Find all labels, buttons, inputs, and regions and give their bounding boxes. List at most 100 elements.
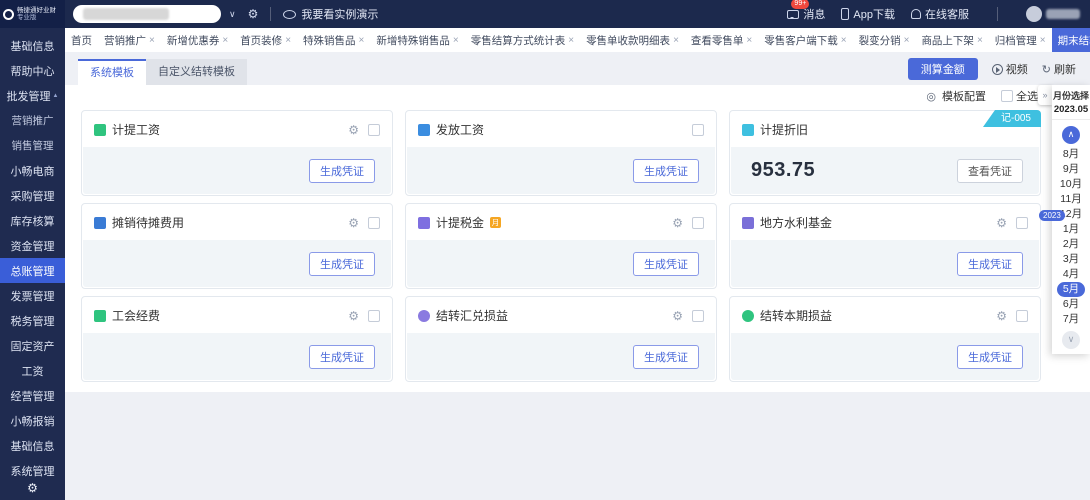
card-settings-gear-icon[interactable] <box>996 216 1007 230</box>
tab-new-special-goods[interactable]: 新增特殊销售品 <box>370 28 464 52</box>
sidebar-item-fixed-assets[interactable]: 固定资产 <box>0 333 65 358</box>
tab-retail-receipt-detail[interactable]: 零售单收款明细表 <box>580 28 685 52</box>
card-checkbox[interactable] <box>692 217 704 229</box>
sidebar-item-funds[interactable]: 资金管理 <box>0 233 65 258</box>
close-tab-icon[interactable] <box>568 35 574 46</box>
close-tab-icon[interactable] <box>359 35 365 46</box>
view-voucher-button[interactable]: 查看凭证 <box>957 159 1023 183</box>
month-item[interactable]: 9月 <box>1052 162 1090 177</box>
select-all-checkbox[interactable] <box>1001 90 1013 102</box>
card-settings-gear-icon[interactable] <box>348 123 359 137</box>
sidebar-item-tax[interactable]: 税务管理 <box>0 308 65 333</box>
org-selector[interactable] <box>73 5 221 23</box>
tab-marketing[interactable]: 营销推广 <box>98 28 161 52</box>
sidebar-item-general-ledger[interactable]: 总账管理 <box>0 258 65 283</box>
card-settings-gear-icon[interactable] <box>348 309 359 323</box>
generate-voucher-button[interactable]: 生成凭证 <box>309 159 375 183</box>
sidebar-item-inventory[interactable]: 库存核算 <box>0 208 65 233</box>
sidebar-item-label: 营销推广 <box>12 113 54 128</box>
tab-view-retail-order[interactable]: 查看零售单 <box>685 28 758 52</box>
sidebar-item-basic-info[interactable]: 基础信息 <box>0 33 65 58</box>
close-tab-icon[interactable] <box>977 35 983 46</box>
card-settings-gear-icon[interactable] <box>672 309 683 323</box>
user-menu[interactable] <box>1026 6 1080 22</box>
sidebar-item-payroll[interactable]: 工资 <box>0 358 65 383</box>
close-tab-icon[interactable] <box>1040 35 1046 46</box>
close-tab-icon[interactable] <box>222 35 228 46</box>
sidebar-item-operations[interactable]: 经营管理 <box>0 383 65 408</box>
month-item[interactable]: 2月 <box>1052 237 1090 252</box>
close-tab-icon[interactable] <box>673 35 679 46</box>
tab-new-coupon[interactable]: 新增优惠券 <box>161 28 234 52</box>
card-checkbox[interactable] <box>692 310 704 322</box>
card-settings-gear-icon[interactable] <box>996 309 1007 323</box>
sidebar-item-sales[interactable]: 销售管理 <box>0 133 65 158</box>
tab-home[interactable]: 首页 <box>65 28 98 52</box>
card-checkbox[interactable] <box>368 310 380 322</box>
select-all-control[interactable]: 全选 <box>1001 88 1038 104</box>
generate-voucher-button[interactable]: 生成凭证 <box>633 252 699 276</box>
tab-home-decor[interactable]: 首页装修 <box>234 28 297 52</box>
sidebar-item-basic-info-2[interactable]: 基础信息 <box>0 433 65 458</box>
generate-voucher-button[interactable]: 生成凭证 <box>957 252 1023 276</box>
subtab-system-template[interactable]: 系统模板 <box>78 59 146 85</box>
close-tab-icon[interactable] <box>149 35 155 46</box>
tab-retail-settlement-stats[interactable]: 零售结算方式统计表 <box>465 28 580 52</box>
sidebar-item-purchase[interactable]: 采购管理 <box>0 183 65 208</box>
card-settings-gear-icon[interactable] <box>348 216 359 230</box>
card-checkbox[interactable] <box>692 124 704 136</box>
card-checkbox[interactable] <box>1016 217 1028 229</box>
tab-archive-management[interactable]: 归档管理 <box>989 28 1052 52</box>
messages-button[interactable]: 99+ 消息 <box>787 6 825 22</box>
sidebar-item-marketing[interactable]: 营销推广 <box>0 108 65 133</box>
generate-voucher-button[interactable]: 生成凭证 <box>633 159 699 183</box>
panel-collapse-handle[interactable] <box>1038 85 1052 105</box>
sidebar-item-ecommerce[interactable]: 小畅电商 <box>0 158 65 183</box>
close-tab-icon[interactable] <box>904 35 910 46</box>
template-config-button[interactable]: 模板配置 <box>926 88 986 104</box>
tab-special-goods[interactable]: 特殊销售品 <box>297 28 370 52</box>
sidebar-item-expense[interactable]: 小畅报销 <box>0 408 65 433</box>
generate-voucher-button[interactable]: 生成凭证 <box>309 345 375 369</box>
refresh-button[interactable]: 刷新 <box>1042 61 1076 77</box>
month-item[interactable]: 11月 <box>1052 192 1090 207</box>
tab-period-end-carryover[interactable]: 期末结转 <box>1052 28 1090 52</box>
card-checkbox[interactable] <box>368 217 380 229</box>
online-support-button[interactable]: 在线客服 <box>911 6 969 22</box>
card-checkbox[interactable] <box>1016 310 1028 322</box>
generate-voucher-button[interactable]: 生成凭证 <box>633 345 699 369</box>
close-tab-icon[interactable] <box>285 35 291 46</box>
generate-voucher-button[interactable]: 生成凭证 <box>957 345 1023 369</box>
card-checkbox[interactable] <box>368 124 380 136</box>
app-download-button[interactable]: App下载 <box>841 6 895 22</box>
month-item[interactable]: 4月 <box>1052 267 1090 282</box>
month-item[interactable]: 8月 <box>1052 147 1090 162</box>
close-tab-icon[interactable] <box>746 35 752 46</box>
scroll-down-icon[interactable] <box>1062 331 1080 349</box>
sidebar-settings-gear-icon[interactable] <box>0 481 65 495</box>
month-item[interactable]: 1月 <box>1052 222 1090 237</box>
sidebar-item-wholesale[interactable]: 批发管理 <box>0 83 65 108</box>
month-item[interactable]: 10月 <box>1052 177 1090 192</box>
tab-fission-distribution[interactable]: 裂变分销 <box>853 28 916 52</box>
sidebar-item-invoice[interactable]: 发票管理 <box>0 283 65 308</box>
month-item-selected[interactable]: 5月 <box>1057 282 1085 297</box>
calculate-amount-button[interactable]: 测算金额 <box>908 58 978 80</box>
card-settings-gear-icon[interactable] <box>672 216 683 230</box>
gear-icon[interactable] <box>248 7 259 21</box>
month-item[interactable]: 7月 <box>1052 312 1090 327</box>
generate-voucher-button[interactable]: 生成凭证 <box>309 252 375 276</box>
tab-goods-on-off-shelf[interactable]: 商品上下架 <box>915 28 988 52</box>
close-tab-icon[interactable] <box>453 35 459 46</box>
month-item[interactable]: 6月 <box>1052 297 1090 312</box>
sidebar-item-help-center[interactable]: 帮助中心 <box>0 58 65 83</box>
close-tab-icon[interactable] <box>841 35 847 46</box>
sidebar-item-system[interactable]: 系统管理 <box>0 458 65 483</box>
video-button[interactable]: 视频 <box>992 61 1028 77</box>
scroll-up-icon[interactable] <box>1062 126 1080 144</box>
month-item[interactable]: 3月 <box>1052 252 1090 267</box>
chevron-down-icon[interactable] <box>229 9 236 20</box>
demo-link[interactable]: 我要看实例演示 <box>283 6 378 22</box>
tab-retail-client-download[interactable]: 零售客户端下载 <box>758 28 852 52</box>
subtab-custom-template[interactable]: 自定义结转模板 <box>146 59 247 85</box>
